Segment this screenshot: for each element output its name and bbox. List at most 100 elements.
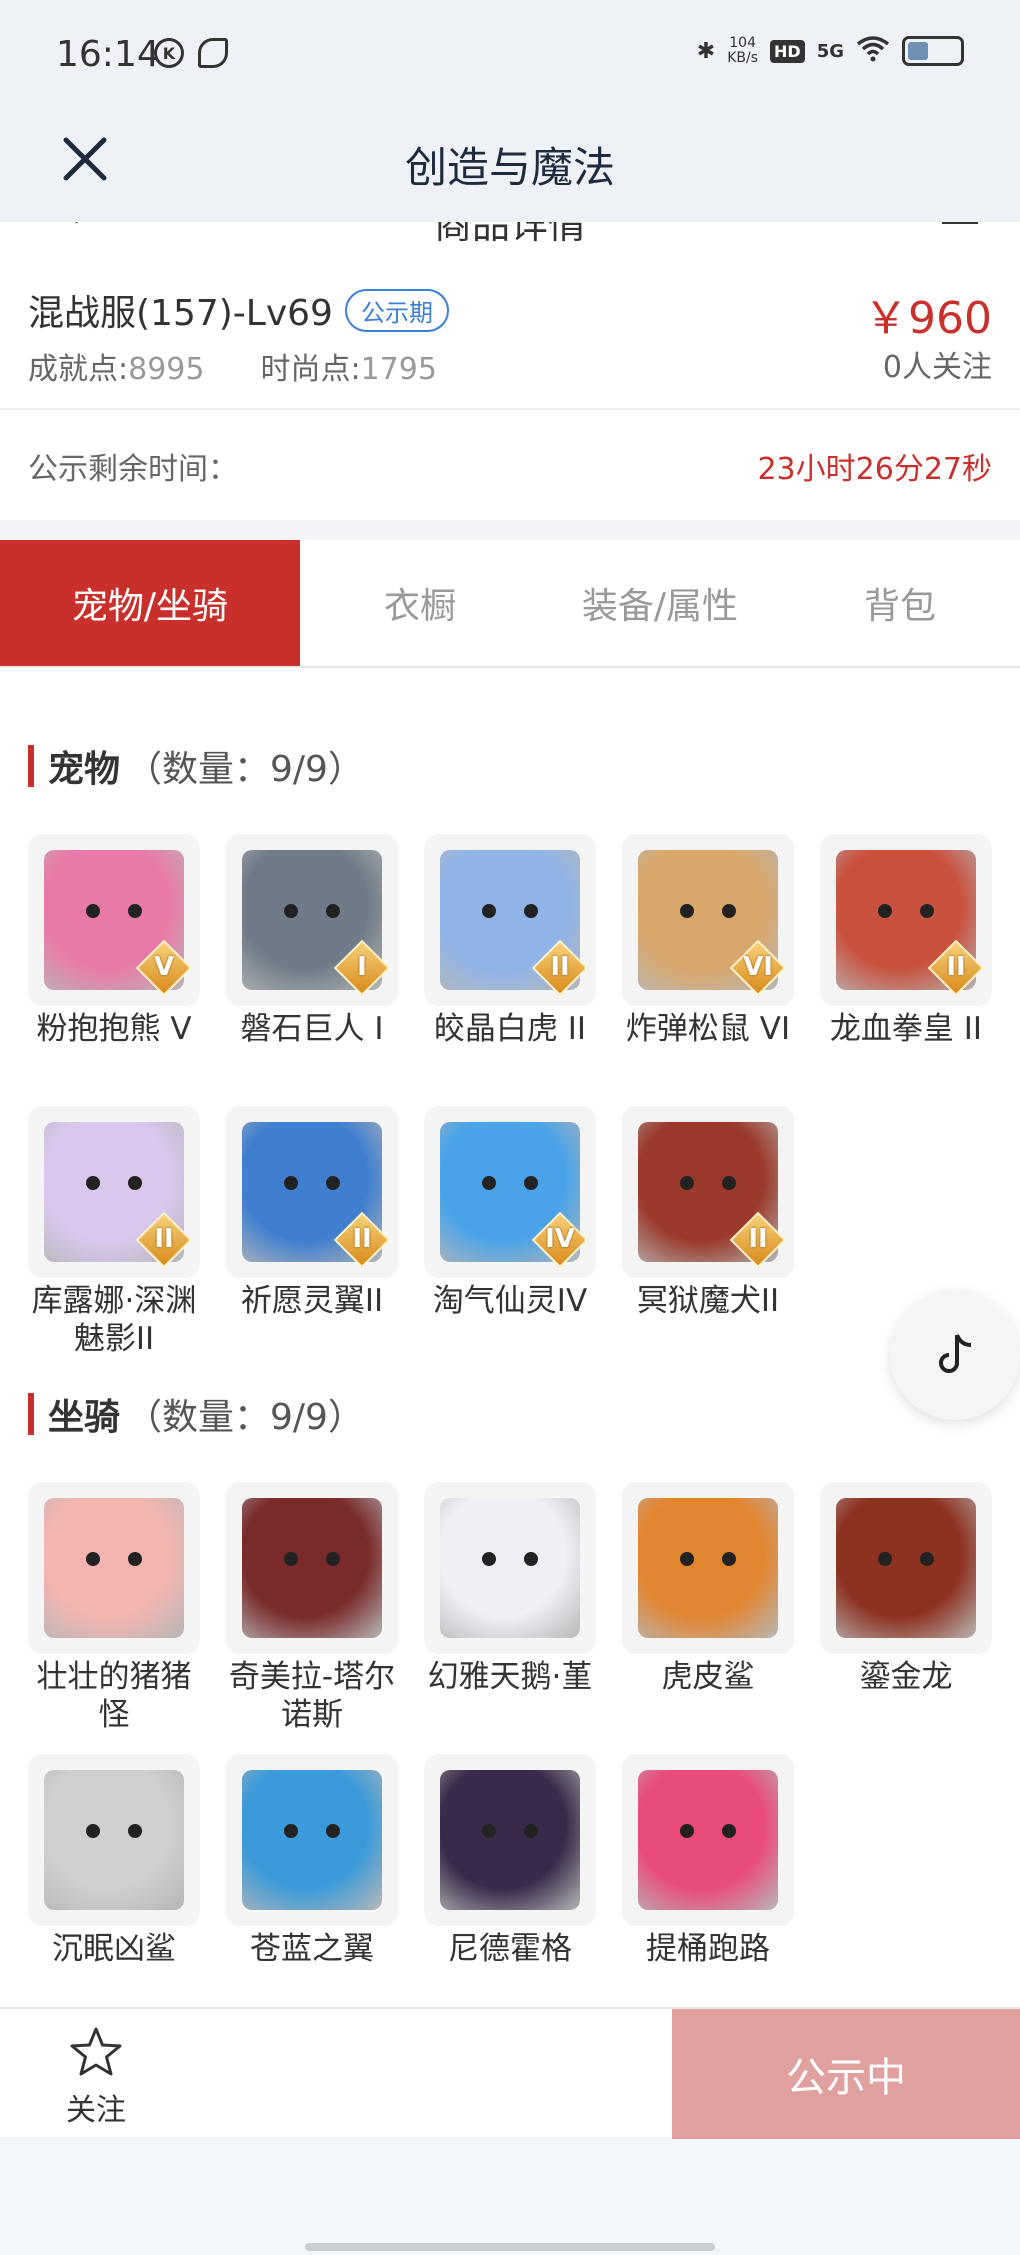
mount-card[interactable]: 沉眠凶鲨 [28,1754,200,1968]
mount-card[interactable]: 苍蓝之翼 [226,1754,398,1968]
mount-name: 鎏金龙 [859,1659,953,1695]
creature-eyes [680,1824,736,1838]
tab-equipment[interactable]: 装备/属性 [540,540,780,666]
tab-wardrobe[interactable]: 衣橱 [300,540,540,666]
sub-header: 商品详情 [0,222,1020,247]
pet-name: 炸弹松鼠 VI [625,1011,791,1047]
signal-5g-icon: 5G [816,40,844,62]
category-tabs: 宠物/坐骑 衣橱 装备/属性 背包 [0,540,1020,668]
mounts-title: 坐骑 [48,1397,121,1438]
followers-count: 0人关注 [882,350,992,385]
pet-thumbnail: I [226,834,398,1006]
pet-card[interactable]: I 磐石巨人 I [226,834,398,1048]
mount-thumbnail [622,1482,794,1654]
pet-thumbnail: IV [424,1106,596,1278]
pet-card[interactable]: II 库露娜·深渊魅影II [28,1106,200,1358]
bluetooth-icon: ✱ [696,38,716,64]
divider [0,408,1020,410]
mount-card[interactable]: 幻雅天鹅·堇 [424,1482,596,1696]
fashion-value: 1795 [360,352,437,387]
remaining-time-label: 公示剩余时间： [28,452,238,487]
mount-thumbnail [424,1754,596,1926]
follow-button[interactable]: 关注 [56,2025,136,2129]
rank-numeral: II [550,952,570,982]
item-title: 混战服(157)-Lv69 [28,293,333,334]
mount-card[interactable]: 尼德霍格 [424,1754,596,1968]
rank-badge: II [135,1211,193,1269]
mount-thumbnail [28,1482,200,1654]
pet-name: 冥狱魔犬II [636,1283,780,1319]
creature-eyes [482,1176,538,1190]
remaining-time-value: 23小时26分27秒 [757,452,992,487]
app-header: 创造与魔法 [0,110,1020,222]
pet-card[interactable]: II 龙血拳皇 II [820,834,992,1048]
nidhogg-icon [440,1770,580,1910]
rank-numeral: V [153,952,175,982]
item-price: ￥960 [864,293,992,344]
star-icon [70,2027,122,2076]
pet-card[interactable]: II 冥狱魔犬II [622,1106,794,1320]
mount-thumbnail [622,1754,794,1926]
achievement-points: 成就点:8995 [28,344,204,388]
rank-numeral: II [352,1224,372,1254]
mount-card[interactable]: 壮壮的猪猪怪 [28,1482,200,1734]
mount-card[interactable]: 奇美拉-塔尔诺斯 [226,1482,398,1734]
mount-card[interactable]: 虎皮鲨 [622,1482,794,1696]
fashion-points: 时尚点:1795 [260,344,436,388]
mounts-section-header: 坐骑 （数量：9/9） [28,1388,364,1440]
tiktok-float-button[interactable] [890,1290,1020,1420]
pet-card[interactable]: II 皎晶白虎 II [424,834,596,1048]
share-icon [942,222,978,224]
wifi-icon [856,34,890,68]
pet-name: 磐石巨人 I [240,1011,384,1047]
creature-eyes [86,904,142,918]
mount-card[interactable]: 鎏金龙 [820,1482,992,1696]
status-badge: 公示期 [344,288,449,332]
pet-thumbnail: II [820,834,992,1006]
pet-thumbnail: II [28,1106,200,1278]
status-left-icons: K [154,38,228,68]
achievement-value: 8995 [128,352,205,387]
mount-name: 虎皮鲨 [661,1659,755,1695]
item-title-row: 混战服(157)-Lv69 公示期 [28,284,449,336]
leaf-app-icon [198,38,228,68]
rank-numeral: II [748,1224,768,1254]
mount-card[interactable]: 提桶跑路 [622,1754,794,1968]
pet-card[interactable]: VI 炸弹松鼠 VI [622,834,794,1048]
creature-eyes [86,1552,142,1566]
creature-eyes [680,1176,736,1190]
pet-name: 龙血拳皇 II [829,1011,983,1047]
mount-thumbnail [226,1754,398,1926]
swan-icon [440,1498,580,1638]
pet-name: 粉抱抱熊 V [36,1011,192,1047]
rank-badge: IV [531,1211,589,1269]
pet-card[interactable]: II 祈愿灵翼II [226,1106,398,1320]
mount-name: 沉眠凶鲨 [52,1931,176,1967]
mount-name: 尼德霍格 [448,1931,572,1967]
home-indicator[interactable] [305,2243,715,2251]
rank-badge: II [729,1211,787,1269]
mount-name: 壮壮的猪猪怪 [36,1659,192,1733]
status-bar: 16:14 K ✱ 104 KB/s HD 5G [0,0,1020,110]
tab-backpack[interactable]: 背包 [780,540,1020,666]
mount-name: 奇美拉-塔尔诺斯 [228,1659,396,1733]
pet-name: 皎晶白虎 II [433,1011,587,1047]
creature-eyes [878,1552,934,1566]
publicity-status-button[interactable]: 公示中 [672,2009,1020,2139]
item-meta: 成就点:8995 时尚点:1795 [28,344,437,388]
rank-numeral: I [357,952,367,982]
tab-pets-mounts[interactable]: 宠物/坐骑 [0,540,300,666]
battery-fill [908,42,928,60]
pet-card[interactable]: V 粉抱抱熊 V [28,834,200,1048]
rank-badge: II [927,939,985,997]
creature-eyes [482,1824,538,1838]
azure-wing-icon [242,1770,382,1910]
pet-card[interactable]: IV 淘气仙灵IV [424,1106,596,1320]
pets-count: （数量：9/9） [126,749,364,790]
rank-badge: II [531,939,589,997]
pet-name: 库露娜·深渊魅影II [31,1283,197,1357]
rank-badge: II [333,1211,391,1269]
pet-thumbnail: V [28,834,200,1006]
share-button[interactable] [940,222,980,232]
pet-thumbnail: II [226,1106,398,1278]
